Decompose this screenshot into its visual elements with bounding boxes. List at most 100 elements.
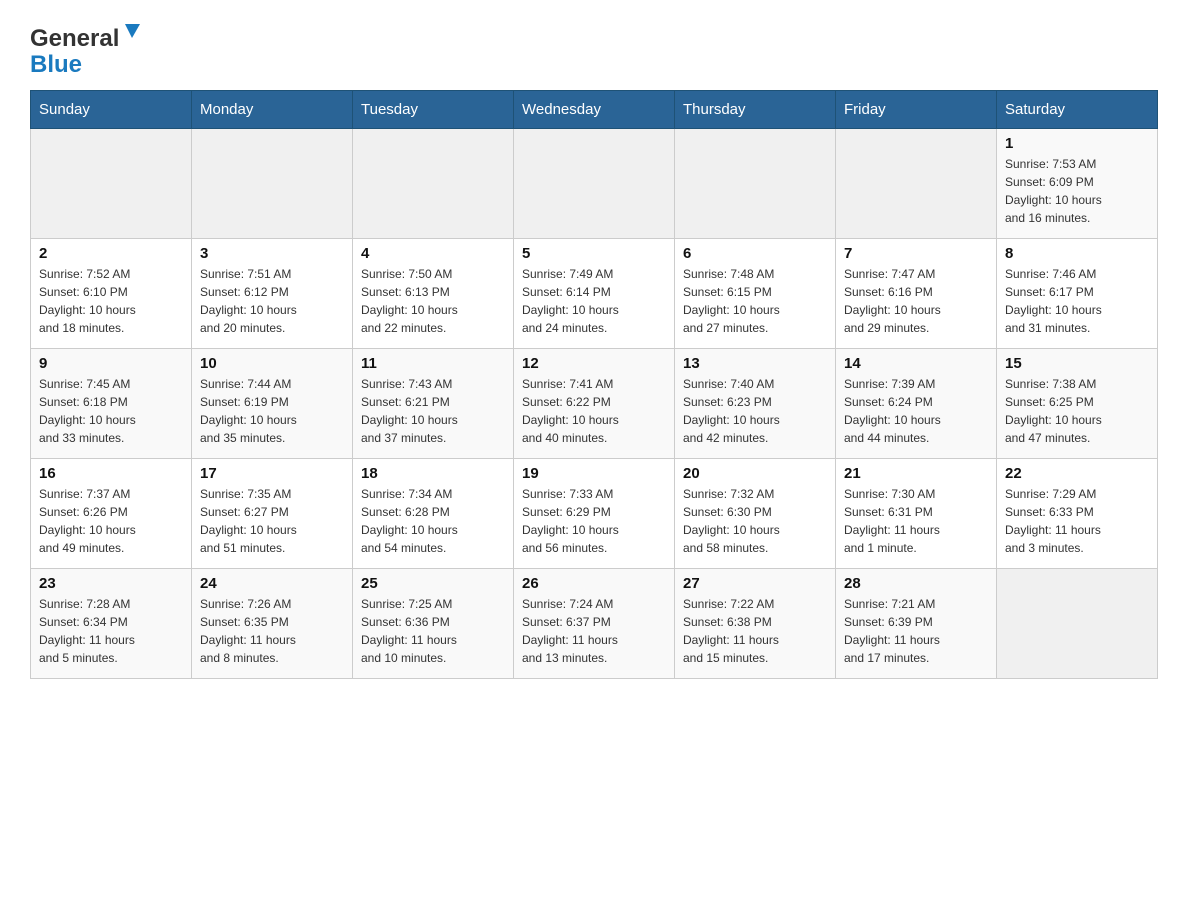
day-number: 26 bbox=[522, 575, 666, 592]
day-info: Sunrise: 7:29 AM Sunset: 6:33 PM Dayligh… bbox=[1005, 485, 1149, 557]
calendar-day-cell: 12 Sunrise: 7:41 AM Sunset: 6:22 PM Dayli… bbox=[514, 349, 675, 459]
day-info: Sunrise: 7:40 AM Sunset: 6:23 PM Dayligh… bbox=[683, 375, 827, 447]
logo: GeneralBlue bbox=[30, 20, 150, 80]
day-number: 14 bbox=[844, 355, 988, 372]
day-number: 4 bbox=[361, 245, 505, 262]
calendar-day-cell bbox=[836, 129, 997, 239]
calendar-day-cell: 6 Sunrise: 7:48 AM Sunset: 6:15 PM Daylig… bbox=[675, 239, 836, 349]
day-info: Sunrise: 7:34 AM Sunset: 6:28 PM Dayligh… bbox=[361, 485, 505, 557]
day-info: Sunrise: 7:25 AM Sunset: 6:36 PM Dayligh… bbox=[361, 595, 505, 667]
day-info: Sunrise: 7:28 AM Sunset: 6:34 PM Dayligh… bbox=[39, 595, 183, 667]
day-number: 10 bbox=[200, 355, 344, 372]
calendar-day-cell bbox=[192, 129, 353, 239]
calendar-week-row: 1 Sunrise: 7:53 AM Sunset: 6:09 PM Daylig… bbox=[31, 129, 1158, 239]
day-number: 7 bbox=[844, 245, 988, 262]
day-info: Sunrise: 7:35 AM Sunset: 6:27 PM Dayligh… bbox=[200, 485, 344, 557]
svg-text:General: General bbox=[30, 25, 119, 52]
calendar-day-cell: 3Sunrise: 7:51 AM Sunset: 6:12 PM Daylig… bbox=[192, 239, 353, 349]
calendar-day-cell bbox=[31, 129, 192, 239]
calendar-day-cell: 14 Sunrise: 7:39 AM Sunset: 6:24 PM Dayli… bbox=[836, 349, 997, 459]
day-number: 23 bbox=[39, 575, 183, 592]
day-number: 13 bbox=[683, 355, 827, 372]
calendar-day-cell: 20 Sunrise: 7:32 AM Sunset: 6:30 PM Dayli… bbox=[675, 459, 836, 569]
day-number: 2 bbox=[39, 245, 183, 262]
day-info: Sunrise: 7:41 AM Sunset: 6:22 PM Dayligh… bbox=[522, 375, 666, 447]
day-info: Sunrise: 7:47 AM Sunset: 6:16 PM Dayligh… bbox=[844, 265, 988, 337]
calendar-day-cell: 4 Sunrise: 7:50 AM Sunset: 6:13 PM Daylig… bbox=[353, 239, 514, 349]
calendar-day-cell: 1 Sunrise: 7:53 AM Sunset: 6:09 PM Daylig… bbox=[997, 129, 1158, 239]
day-info: Sunrise: 7:45 AM Sunset: 6:18 PM Dayligh… bbox=[39, 375, 183, 447]
day-number: 24 bbox=[200, 575, 344, 592]
calendar-day-cell: 9 Sunrise: 7:45 AM Sunset: 6:18 PM Daylig… bbox=[31, 349, 192, 459]
calendar-day-cell bbox=[514, 129, 675, 239]
day-number: 6 bbox=[683, 245, 827, 262]
calendar-table: SundayMondayTuesdayWednesdayThursdayFrid… bbox=[30, 90, 1158, 679]
day-number: 8 bbox=[1005, 245, 1149, 262]
calendar-day-cell: 10 Sunrise: 7:44 AM Sunset: 6:19 PM Dayli… bbox=[192, 349, 353, 459]
svg-text:Blue: Blue bbox=[30, 51, 82, 78]
calendar-day-cell: 13 Sunrise: 7:40 AM Sunset: 6:23 PM Dayli… bbox=[675, 349, 836, 459]
day-number: 9 bbox=[39, 355, 183, 372]
day-header-saturday: Saturday bbox=[997, 91, 1158, 129]
day-number: 11 bbox=[361, 355, 505, 372]
calendar-day-cell: 24 Sunrise: 7:26 AM Sunset: 6:35 PM Dayli… bbox=[192, 569, 353, 679]
day-info: Sunrise: 7:30 AM Sunset: 6:31 PM Dayligh… bbox=[844, 485, 988, 557]
day-number: 20 bbox=[683, 465, 827, 482]
calendar-week-row: 16 Sunrise: 7:37 AM Sunset: 6:26 PM Dayli… bbox=[31, 459, 1158, 569]
day-info: Sunrise: 7:52 AM Sunset: 6:10 PM Dayligh… bbox=[39, 265, 183, 337]
calendar-day-cell: 28Sunrise: 7:21 AM Sunset: 6:39 PM Dayli… bbox=[836, 569, 997, 679]
day-number: 3 bbox=[200, 245, 344, 262]
page-header: GeneralBlue bbox=[30, 20, 1158, 80]
day-info: Sunrise: 7:39 AM Sunset: 6:24 PM Dayligh… bbox=[844, 375, 988, 447]
day-header-wednesday: Wednesday bbox=[514, 91, 675, 129]
calendar-day-cell: 7 Sunrise: 7:47 AM Sunset: 6:16 PM Daylig… bbox=[836, 239, 997, 349]
day-info: Sunrise: 7:37 AM Sunset: 6:26 PM Dayligh… bbox=[39, 485, 183, 557]
calendar-day-cell: 5 Sunrise: 7:49 AM Sunset: 6:14 PM Daylig… bbox=[514, 239, 675, 349]
day-header-monday: Monday bbox=[192, 91, 353, 129]
day-info: Sunrise: 7:32 AM Sunset: 6:30 PM Dayligh… bbox=[683, 485, 827, 557]
logo-svg: GeneralBlue bbox=[30, 20, 150, 80]
calendar-day-cell: 15Sunrise: 7:38 AM Sunset: 6:25 PM Dayli… bbox=[997, 349, 1158, 459]
day-info: Sunrise: 7:49 AM Sunset: 6:14 PM Dayligh… bbox=[522, 265, 666, 337]
day-number: 12 bbox=[522, 355, 666, 372]
day-info: Sunrise: 7:44 AM Sunset: 6:19 PM Dayligh… bbox=[200, 375, 344, 447]
day-number: 27 bbox=[683, 575, 827, 592]
calendar-day-cell: 22 Sunrise: 7:29 AM Sunset: 6:33 PM Dayli… bbox=[997, 459, 1158, 569]
calendar-day-cell: 26 Sunrise: 7:24 AM Sunset: 6:37 PM Dayli… bbox=[514, 569, 675, 679]
calendar-day-cell: 11 Sunrise: 7:43 AM Sunset: 6:21 PM Dayli… bbox=[353, 349, 514, 459]
day-number: 19 bbox=[522, 465, 666, 482]
day-info: Sunrise: 7:24 AM Sunset: 6:37 PM Dayligh… bbox=[522, 595, 666, 667]
calendar-day-cell: 27 Sunrise: 7:22 AM Sunset: 6:38 PM Dayli… bbox=[675, 569, 836, 679]
day-number: 18 bbox=[361, 465, 505, 482]
calendar-day-cell: 8Sunrise: 7:46 AM Sunset: 6:17 PM Daylig… bbox=[997, 239, 1158, 349]
day-info: Sunrise: 7:43 AM Sunset: 6:21 PM Dayligh… bbox=[361, 375, 505, 447]
day-number: 22 bbox=[1005, 465, 1149, 482]
day-info: Sunrise: 7:26 AM Sunset: 6:35 PM Dayligh… bbox=[200, 595, 344, 667]
calendar-day-cell: 16 Sunrise: 7:37 AM Sunset: 6:26 PM Dayli… bbox=[31, 459, 192, 569]
day-header-sunday: Sunday bbox=[31, 91, 192, 129]
day-number: 15 bbox=[1005, 355, 1149, 372]
day-info: Sunrise: 7:53 AM Sunset: 6:09 PM Dayligh… bbox=[1005, 155, 1149, 227]
day-number: 17 bbox=[200, 465, 344, 482]
calendar-week-row: 23 Sunrise: 7:28 AM Sunset: 6:34 PM Dayli… bbox=[31, 569, 1158, 679]
calendar-day-cell: 21 Sunrise: 7:30 AM Sunset: 6:31 PM Dayli… bbox=[836, 459, 997, 569]
day-number: 1 bbox=[1005, 135, 1149, 152]
calendar-day-cell: 18 Sunrise: 7:34 AM Sunset: 6:28 PM Dayli… bbox=[353, 459, 514, 569]
day-info: Sunrise: 7:21 AM Sunset: 6:39 PM Dayligh… bbox=[844, 595, 988, 667]
day-header-thursday: Thursday bbox=[675, 91, 836, 129]
calendar-day-cell: 19Sunrise: 7:33 AM Sunset: 6:29 PM Dayli… bbox=[514, 459, 675, 569]
calendar-header-row: SundayMondayTuesdayWednesdayThursdayFrid… bbox=[31, 91, 1158, 129]
calendar-day-cell bbox=[353, 129, 514, 239]
day-number: 16 bbox=[39, 465, 183, 482]
day-number: 5 bbox=[522, 245, 666, 262]
calendar-day-cell: 23 Sunrise: 7:28 AM Sunset: 6:34 PM Dayli… bbox=[31, 569, 192, 679]
day-info: Sunrise: 7:22 AM Sunset: 6:38 PM Dayligh… bbox=[683, 595, 827, 667]
calendar-day-cell bbox=[675, 129, 836, 239]
day-header-tuesday: Tuesday bbox=[353, 91, 514, 129]
calendar-day-cell: 2 Sunrise: 7:52 AM Sunset: 6:10 PM Daylig… bbox=[31, 239, 192, 349]
day-number: 21 bbox=[844, 465, 988, 482]
calendar-day-cell: 25 Sunrise: 7:25 AM Sunset: 6:36 PM Dayli… bbox=[353, 569, 514, 679]
day-info: Sunrise: 7:48 AM Sunset: 6:15 PM Dayligh… bbox=[683, 265, 827, 337]
day-number: 25 bbox=[361, 575, 505, 592]
day-info: Sunrise: 7:50 AM Sunset: 6:13 PM Dayligh… bbox=[361, 265, 505, 337]
